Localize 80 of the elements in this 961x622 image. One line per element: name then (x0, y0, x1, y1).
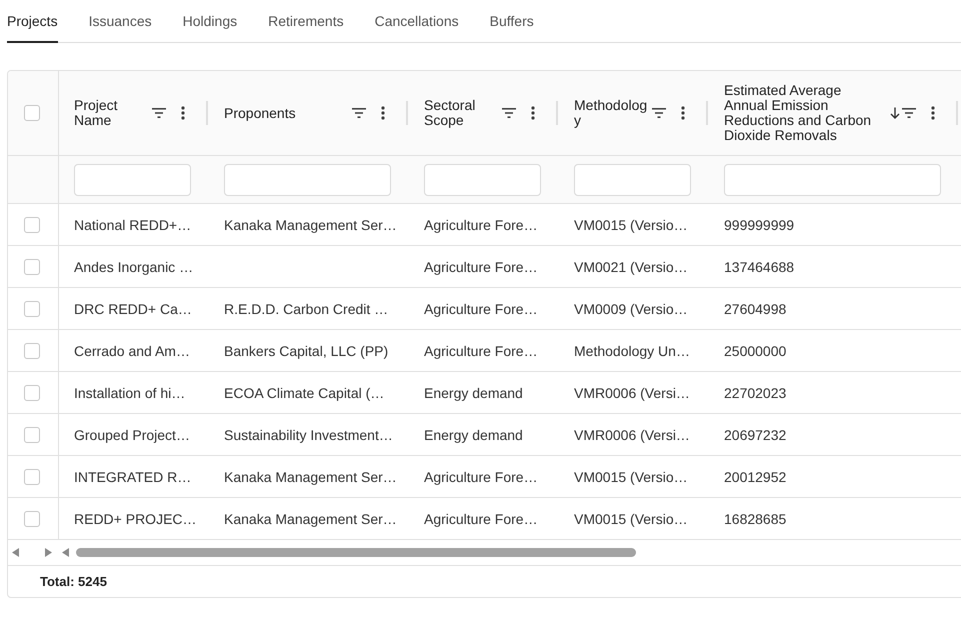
table-cell: VMR0006 (Versi… (574, 384, 690, 400)
table-cell: Cerrado and Am… (74, 342, 190, 358)
filter-icon[interactable] (902, 108, 916, 118)
table-cell: VM0015 (Versio… (574, 468, 688, 484)
filter-input[interactable] (574, 164, 691, 196)
table-cell: 16828685 (724, 510, 786, 526)
scrollbar-thumb[interactable] (76, 548, 636, 557)
table-cell: Bankers Capital, LLC (PP) (224, 342, 388, 358)
checkbox[interactable] (24, 510, 40, 526)
checkbox[interactable] (24, 384, 40, 400)
scroll-left-icon[interactable] (12, 548, 19, 557)
kebab-menu-icon[interactable] (531, 106, 535, 120)
table-cell: Agriculture Fore… (424, 216, 538, 232)
table-cell: Grouped Project… (74, 426, 190, 442)
table-cell: VM0015 (Versio… (574, 216, 688, 232)
table-cell: INTEGRATED R… (74, 468, 192, 484)
filter-input[interactable] (74, 164, 191, 196)
kebab-menu-icon[interactable] (931, 106, 935, 120)
table-cell: Kanaka Management Ser… (224, 468, 397, 484)
scroll-right-icon[interactable] (45, 548, 52, 557)
tab[interactable]: Cancellations (374, 0, 459, 43)
arrow-down-icon[interactable] (890, 107, 900, 119)
table-cell: National REDD+… (74, 216, 192, 232)
table-cell: Andes Inorganic … (74, 258, 194, 274)
column-header[interactable]: Estimated Average Annual Emission Reductions and Carbon Dioxide Removals (724, 83, 880, 143)
table-cell: Energy demand (424, 384, 523, 400)
table-cell: Agriculture Fore… (424, 342, 538, 358)
table-cell: 137464688 (724, 258, 794, 274)
filter-icon[interactable] (502, 108, 516, 118)
tab[interactable]: Issuances (88, 0, 152, 43)
table-cell: Methodology Un… (574, 342, 690, 358)
column-header[interactable]: Methodology (574, 98, 650, 128)
table-cell: Agriculture Fore… (424, 258, 538, 274)
scroll-left-icon[interactable] (62, 548, 69, 557)
table-cell: Agriculture Fore… (424, 300, 538, 316)
table-cell: Sustainability Investment… (224, 426, 393, 442)
tab[interactable]: Buffers (490, 0, 534, 43)
table-cell: 999999999 (724, 216, 794, 232)
table-cell: VM0021 (Versio… (574, 258, 688, 274)
table-cell: 27604998 (724, 300, 786, 316)
kebab-menu-icon[interactable] (381, 106, 385, 120)
table-cell: Energy demand (424, 426, 523, 442)
column-header[interactable]: Sectoral Scope (424, 98, 500, 128)
checkbox[interactable] (24, 258, 40, 274)
tab[interactable]: Retirements (268, 0, 344, 43)
table-cell: R.E.D.D. Carbon Credit … (224, 300, 388, 316)
table-cell: 25000000 (724, 342, 786, 358)
tab[interactable]: Holdings (182, 0, 238, 43)
table-cell: Agriculture Fore… (424, 510, 538, 526)
table-cell: Installation of hi… (74, 384, 186, 400)
table-cell: REDD+ PROJEC… (74, 510, 197, 526)
filter-icon[interactable] (152, 108, 166, 118)
column-header[interactable]: Proponents (224, 106, 350, 120)
kebab-menu-icon[interactable] (681, 106, 685, 120)
kebab-menu-icon[interactable] (181, 106, 185, 120)
table-cell: 20012952 (724, 468, 786, 484)
table-cell: Agriculture Fore… (424, 468, 538, 484)
total-count: Total: 5245 (40, 574, 107, 589)
table-cell: VMR0006 (Versi… (574, 426, 690, 442)
table-cell: VM0015 (Versio… (574, 510, 688, 526)
table-cell: ECOA Climate Capital (… (224, 384, 384, 400)
table-cell: 22702023 (724, 384, 786, 400)
filter-input[interactable] (224, 164, 391, 196)
table-cell: 20697232 (724, 426, 786, 442)
table-cell: Kanaka Management Ser… (224, 510, 397, 526)
column-header[interactable]: Project Name (74, 98, 150, 128)
table-cell: VM0009 (Versio… (574, 300, 688, 316)
filter-input[interactable] (424, 164, 541, 196)
checkbox[interactable] (24, 105, 40, 121)
tab[interactable]: Projects (7, 0, 58, 43)
checkbox[interactable] (24, 300, 40, 316)
checkbox[interactable] (24, 468, 40, 484)
table-cell: DRC REDD+ Ca… (74, 300, 192, 316)
filter-icon[interactable] (652, 108, 666, 118)
table-cell: Kanaka Management Ser… (224, 216, 397, 232)
filter-input[interactable] (724, 164, 941, 196)
checkbox[interactable] (24, 426, 40, 442)
checkbox[interactable] (24, 342, 40, 358)
filter-icon[interactable] (352, 108, 366, 118)
checkbox[interactable] (24, 216, 40, 232)
